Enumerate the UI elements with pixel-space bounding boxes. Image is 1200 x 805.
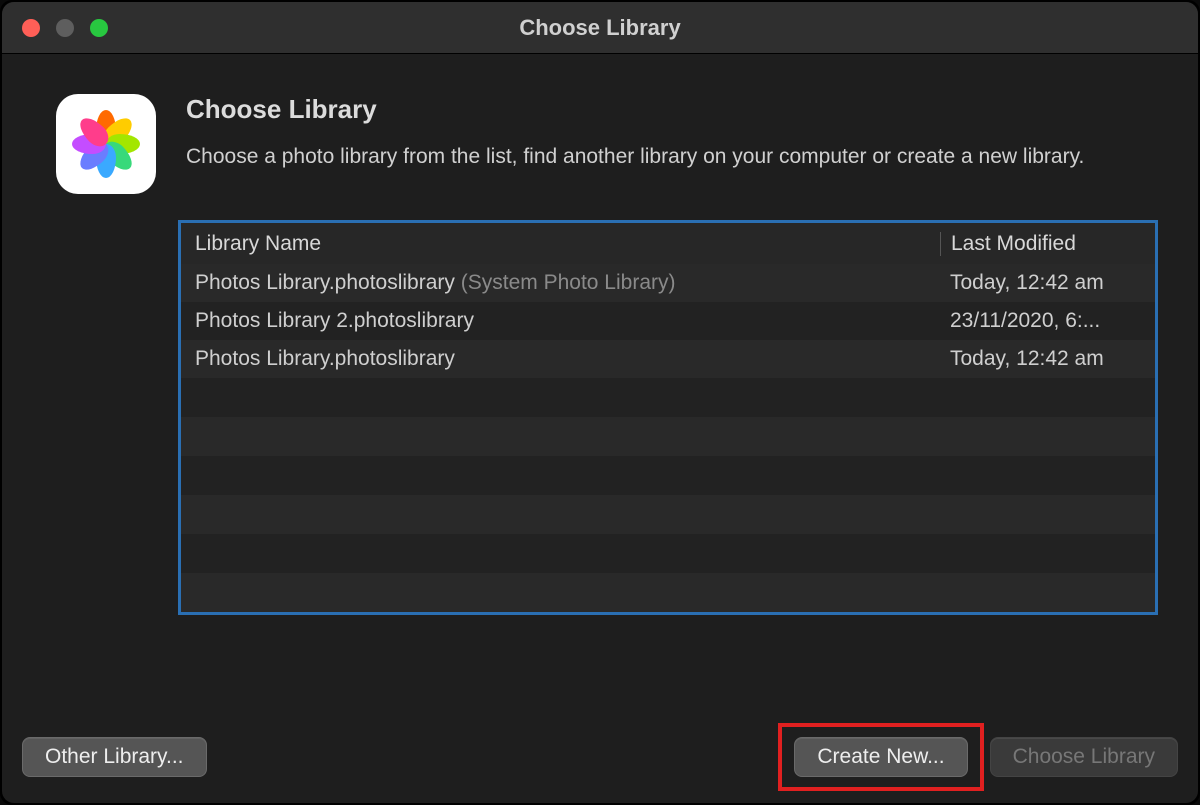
table-row-empty <box>181 378 1155 417</box>
photos-flower-icon <box>67 105 145 183</box>
maximize-window-button[interactable] <box>90 19 108 37</box>
create-new-button[interactable]: Create New... <box>794 737 967 777</box>
table-row-empty <box>181 573 1155 612</box>
table-row[interactable]: Photos Library 2.photoslibrary 23/11/202… <box>181 302 1155 340</box>
window-title: Choose Library <box>2 15 1198 41</box>
library-modified-cell: 23/11/2020, 6:... <box>940 309 1141 333</box>
library-name-cell: Photos Library 2.photoslibrary <box>195 309 940 333</box>
dialog-description: Choose a photo library from the list, fi… <box>186 143 1106 171</box>
table-row-empty <box>181 456 1155 495</box>
choose-library-button[interactable]: Choose Library <box>990 737 1178 777</box>
table-row-empty <box>181 534 1155 573</box>
table-row[interactable]: Photos Library.photoslibrary Today, 12:4… <box>181 340 1155 378</box>
library-modified-cell: Today, 12:42 am <box>940 271 1141 295</box>
column-header-name[interactable]: Library Name <box>195 232 940 256</box>
library-table[interactable]: Library Name Last Modified Photos Librar… <box>178 220 1158 615</box>
choose-library-window: Choose Library <box>2 2 1198 803</box>
table-row-empty <box>181 495 1155 534</box>
library-name-cell: Photos Library.photoslibrary (System Pho… <box>195 271 940 295</box>
table-row[interactable]: Photos Library.photoslibrary (System Pho… <box>181 264 1155 302</box>
traffic-lights <box>2 19 108 37</box>
close-window-button[interactable] <box>22 19 40 37</box>
other-library-button[interactable]: Other Library... <box>22 737 207 777</box>
minimize-window-button[interactable] <box>56 19 74 37</box>
library-modified-cell: Today, 12:42 am <box>940 347 1141 371</box>
titlebar: Choose Library <box>2 2 1198 54</box>
library-name-cell: Photos Library.photoslibrary <box>195 347 940 371</box>
table-row-empty <box>181 417 1155 456</box>
column-header-modified[interactable]: Last Modified <box>940 232 1141 256</box>
photos-app-icon <box>56 94 156 194</box>
table-header: Library Name Last Modified <box>181 223 1155 264</box>
dialog-title: Choose Library <box>186 94 1158 125</box>
